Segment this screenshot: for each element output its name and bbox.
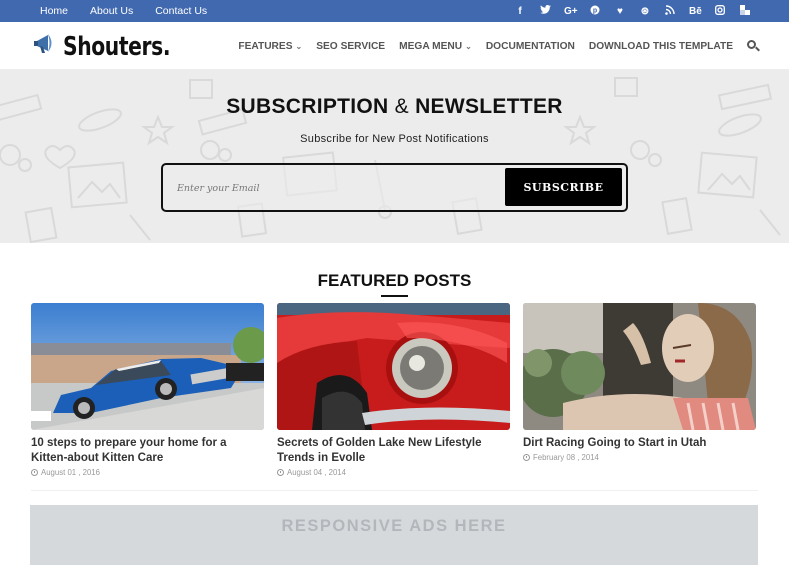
post-title[interactable]: 10 steps to prepare your home for a Kitt… [31, 436, 264, 466]
site-logo[interactable]: Shouters. [33, 30, 200, 63]
doodle-picture-icon [67, 161, 128, 209]
subscription-section: SUBSCRIPTION & NEWSLETTER Subscribe for … [0, 70, 789, 243]
top-link-home[interactable]: Home [40, 5, 68, 17]
post-date-text: February 08 , 2014 [533, 453, 599, 462]
nav-download-template[interactable]: DOWNLOAD THIS TEMPLATE [589, 41, 733, 52]
nav-seo-service[interactable]: SEO SERVICE [316, 41, 385, 52]
doodle-pencil-icon [129, 214, 151, 241]
subscription-title: SUBSCRIPTION & NEWSLETTER [0, 95, 789, 119]
behance-icon[interactable]: Bē [689, 6, 702, 17]
heart-icon[interactable]: ♥ [614, 6, 626, 17]
section-divider [31, 490, 758, 491]
title-underline [381, 295, 408, 297]
top-link-about[interactable]: About Us [90, 5, 133, 17]
main-nav: FEATURES ⌄ SEO SERVICE MEGA MENU ⌄ DOCUMEN… [224, 22, 760, 70]
post-card: Secrets of Golden Lake New Lifestyle Tre… [277, 303, 510, 477]
post-thumbnail-blue-car[interactable] [31, 303, 264, 430]
doodle-box-icon [614, 77, 638, 97]
nav-features[interactable]: FEATURES ⌄ [238, 41, 302, 52]
subscribe-button[interactable]: SUBSCRIBE [505, 168, 622, 206]
site-header: Shouters. FEATURES ⌄ SEO SERVICE MEGA MEN… [0, 22, 789, 70]
post-date-text: August 04 , 2014 [287, 468, 346, 477]
search-icon[interactable] [747, 40, 760, 52]
dribbble-icon[interactable]: ⊛ [639, 6, 651, 17]
post-date: August 04 , 2014 [277, 468, 510, 477]
clock-icon [277, 469, 284, 476]
social-icons: f G+ p ♥ ⊛ Bē [501, 0, 751, 22]
ads-label: RESPONSIVE ADS HERE [281, 517, 507, 535]
doodle-camera-icon [0, 144, 32, 172]
chevron-down-icon: ⌄ [465, 41, 472, 51]
post-title[interactable]: Secrets of Golden Lake New Lifestyle Tre… [277, 436, 510, 466]
post-date: August 01 , 2016 [31, 468, 264, 477]
post-card: Dirt Racing Going to Start in Utah Febru… [523, 303, 756, 462]
post-date: February 08 , 2014 [523, 453, 756, 462]
logo-text: Shouters. [63, 31, 171, 62]
clock-icon [523, 454, 530, 461]
megaphone-icon [33, 30, 61, 63]
svg-text:p: p [593, 7, 597, 14]
rss-icon[interactable] [664, 4, 676, 18]
doodle-trash-icon [24, 206, 58, 243]
featured-posts-title: FEATURED POSTS [317, 271, 472, 290]
clock-icon [31, 469, 38, 476]
post-thumbnail-red-car[interactable] [277, 303, 510, 430]
post-card: 10 steps to prepare your home for a Kitt… [31, 303, 264, 477]
top-bar: Home About Us Contact Us f G+ p ♥ ⊛ Bē [0, 0, 789, 22]
subscription-caption: Subscribe for New Post Notifications [300, 133, 489, 145]
title-newsletter: NEWSLETTER [415, 95, 563, 118]
post-date-text: August 01 , 2016 [41, 468, 100, 477]
title-subscription: SUBSCRIPTION [226, 95, 389, 118]
subscribe-form: SUBSCRIBE [161, 163, 628, 212]
post-title[interactable]: Dirt Racing Going to Start in Utah [523, 436, 756, 451]
doodle-picture-icon [697, 151, 758, 199]
nav-documentation[interactable]: DOCUMENTATION [486, 41, 575, 52]
post-thumbnail-woman-portrait[interactable] [523, 303, 756, 430]
doodle-pencil-icon [759, 209, 781, 236]
top-link-contact[interactable]: Contact Us [155, 5, 207, 17]
instagram-icon[interactable] [714, 4, 726, 18]
nav-features-label: FEATURES [238, 40, 293, 52]
top-nav: Home About Us Contact Us [40, 0, 229, 22]
doodle-heart-icon [44, 145, 76, 170]
pinterest-icon[interactable]: p [589, 5, 601, 18]
delicious-icon[interactable] [739, 4, 751, 18]
facebook-icon[interactable]: f [514, 6, 526, 17]
chevron-down-icon: ⌄ [295, 41, 303, 51]
google-plus-icon[interactable]: G+ [564, 6, 578, 17]
nav-mega-menu[interactable]: MEGA MENU ⌄ [399, 41, 472, 52]
twitter-icon[interactable] [539, 5, 551, 17]
email-input[interactable] [177, 177, 497, 199]
title-ampersand: & [394, 95, 409, 118]
doodle-trash-icon [661, 197, 693, 235]
ads-banner[interactable]: RESPONSIVE ADS HERE [30, 505, 758, 565]
nav-mega-menu-label: MEGA MENU [399, 40, 463, 52]
